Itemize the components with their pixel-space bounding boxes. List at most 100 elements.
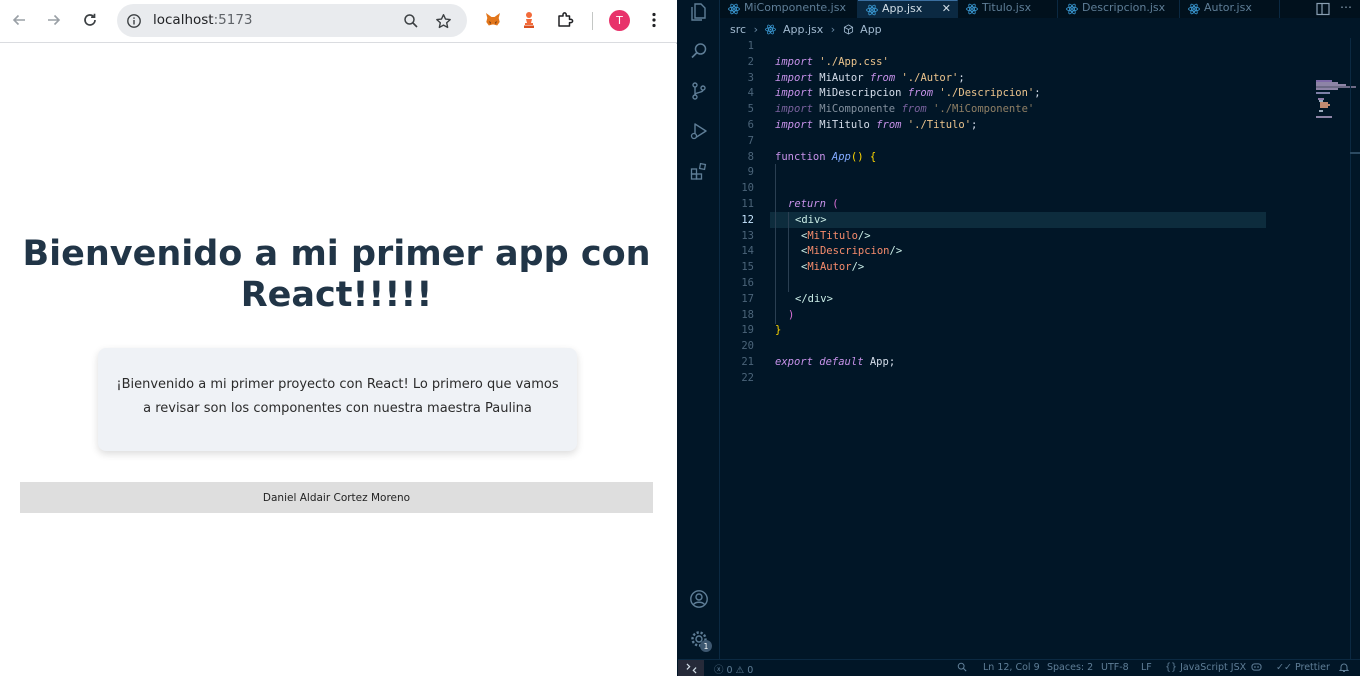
problems-indicator[interactable]: ⓧ 0 ⚠ 0 (714, 662, 753, 676)
keyword: import (775, 71, 813, 84)
more-actions-icon[interactable]: ⋯ (1340, 0, 1352, 14)
split-editor-icon[interactable] (1316, 2, 1330, 16)
code-line-18: ) (788, 307, 794, 323)
code-line-3: import MiAutor from './Autor'; (775, 70, 965, 86)
keyword: import (775, 103, 813, 116)
encoding-setting[interactable]: UTF-8 (1101, 662, 1129, 673)
vertical-scrollbar[interactable] (1350, 38, 1360, 659)
react-app-page: Bienvenido a mi primer app con React!!!!… (0, 44, 677, 676)
manage-gear-icon[interactable]: 1 (687, 627, 712, 652)
line-number: 9 (747, 166, 754, 179)
code-line-4: import MiDescripcion from './Descripcion… (775, 85, 1041, 101)
punctuation: ; (1034, 87, 1041, 100)
breadcrumb-folder[interactable]: src (730, 23, 746, 36)
explorer-icon[interactable] (687, 0, 711, 24)
keyword: from (876, 119, 902, 131)
breadcrumb-symbol[interactable]: App (860, 23, 882, 36)
address-bar[interactable]: localhost:5173 (117, 4, 467, 37)
star-icon[interactable] (433, 11, 453, 31)
jsx-component: MiAutor (807, 261, 852, 274)
string: './Descripcion' (939, 87, 1035, 100)
indentation-setting[interactable]: Spaces: 2 (1047, 662, 1093, 673)
code-line-11: return ( (788, 196, 839, 212)
tab-autor[interactable]: Autor.jsx (1180, 0, 1280, 18)
line-number: 16 (741, 277, 754, 289)
react-file-icon (1066, 3, 1078, 15)
code-line-6: import MiTitulo from './Titulo'; (775, 117, 977, 133)
tab-label: Autor.jsx (1204, 1, 1252, 14)
punctuation: } (775, 324, 782, 337)
copilot-icon[interactable] (1251, 662, 1262, 675)
tab-app[interactable]: App.jsx ✕ (858, 0, 958, 18)
source-control-icon[interactable] (687, 79, 711, 103)
tab-label: Titulo.jsx (982, 1, 1032, 14)
indent-guide (788, 212, 789, 292)
keyword: import (775, 119, 813, 131)
search-icon[interactable] (687, 39, 711, 63)
zoom-icon[interactable] (401, 11, 421, 31)
warning-count: 0 (747, 665, 754, 676)
url-text[interactable]: localhost:5173 (153, 12, 253, 28)
puzzle-icon[interactable] (554, 9, 576, 31)
url-port: :5173 (213, 12, 253, 28)
code-line-15: <MiAutor/> (801, 259, 864, 275)
identifier: App (869, 356, 889, 368)
tab-titulo[interactable]: Titulo.jsx (958, 0, 1058, 18)
keyword: from (901, 103, 927, 116)
breadcrumb-file[interactable]: App.jsx (783, 23, 823, 36)
line-number: 6 (747, 119, 754, 131)
language-mode[interactable]: {} JavaScript JSX (1165, 662, 1246, 673)
line-number: 19 (741, 324, 754, 337)
back-arrow-icon[interactable] (6, 7, 32, 33)
zoom-search-icon[interactable] (957, 662, 967, 675)
identifier: MiDescripcion (819, 87, 902, 100)
run-debug-icon[interactable] (687, 119, 711, 143)
prettier-label: Prettier (1294, 662, 1330, 673)
braces-icon: {} (1165, 662, 1178, 673)
notifications-bell-icon[interactable] (1338, 662, 1350, 676)
line-number: 14 (741, 245, 754, 258)
current-line-highlight (770, 212, 1266, 228)
description-card: ¡Bienvenido a mi primer proyecto con Rea… (98, 348, 577, 451)
accounts-icon[interactable] (687, 587, 711, 611)
keyword: export (775, 356, 813, 368)
browser-toolbar: localhost:5173 T (0, 0, 677, 43)
forward-arrow-icon[interactable] (41, 7, 67, 33)
toolbar-separator (592, 12, 593, 30)
cursor-position[interactable]: Ln 12, Col 9 (983, 662, 1040, 673)
punctuation: ; (971, 119, 978, 131)
kebab-menu-icon[interactable] (643, 9, 665, 31)
reload-icon[interactable] (77, 7, 103, 33)
string: './MiComponente' (933, 103, 1035, 116)
site-info-icon[interactable] (124, 11, 144, 31)
metamask-icon[interactable] (482, 9, 504, 31)
string: './App.css' (819, 55, 889, 68)
error-count: 0 (726, 665, 733, 676)
chess-pawn-icon[interactable] (518, 9, 540, 31)
line-number: 17 (741, 292, 754, 305)
line-number: 10 (741, 182, 754, 195)
punctuation: () (850, 150, 864, 163)
extensions-icon[interactable] (687, 159, 711, 183)
prettier-status[interactable]: ✓✓ Prettier (1276, 662, 1330, 673)
tab-label: App.jsx (882, 2, 923, 15)
jsx-tag: <div> (795, 213, 827, 226)
code-line-14: <MiDescripcion/> (801, 243, 902, 259)
tab-micomponente[interactable]: MiComponente.jsx (720, 0, 858, 18)
function-name: App (831, 150, 851, 163)
remote-indicator-icon[interactable] (678, 660, 704, 676)
code-line-13: <MiTitulo/> (801, 228, 871, 244)
tab-descripcion[interactable]: Descripcion.jsx (1058, 0, 1180, 18)
scrollbar-marker (1350, 152, 1360, 154)
punctuation: { (869, 150, 877, 163)
eol-setting[interactable]: LF (1141, 662, 1152, 673)
keyword: function (775, 150, 826, 163)
keyword: default (819, 356, 864, 368)
close-icon[interactable]: ✕ (942, 1, 951, 17)
identifier: MiTitulo (819, 119, 870, 131)
author-footer: Daniel Aldair Cortez Moreno (20, 482, 653, 513)
avatar[interactable]: T (609, 10, 630, 31)
line-number: 22 (741, 371, 754, 384)
code-editor[interactable]: 1 2 3 4 5 6 7 8 9 10 11 12 13 14 15 16 17 18 19 20 21 22 impo… (720, 38, 1360, 659)
keyword: from (869, 71, 896, 84)
